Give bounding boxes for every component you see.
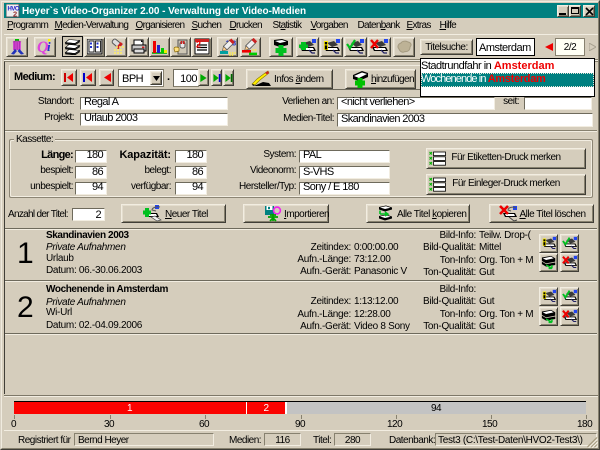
- svg-text:2: 2: [13, 10, 17, 19]
- svg-text:2: 2: [196, 40, 201, 50]
